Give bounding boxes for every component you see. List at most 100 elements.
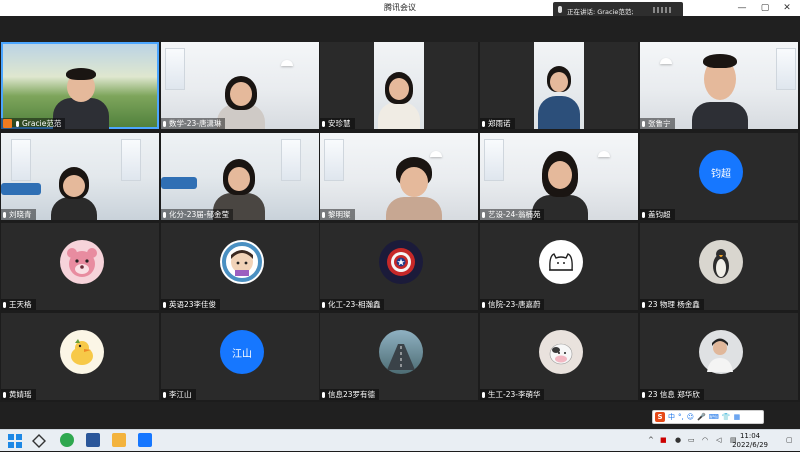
widgets-icon[interactable] [32, 433, 46, 448]
participant-name: 数学-23-唐潇琳 [169, 119, 222, 128]
audio-level-icon [653, 7, 673, 13]
participant-name: 艺设-24-翁楠苑 [488, 210, 541, 219]
participant-tile[interactable]: 安珍慧 [320, 42, 478, 129]
close-button[interactable]: ✕ [780, 2, 794, 14]
maximize-button[interactable]: ▢ [758, 2, 772, 14]
mic-icon [482, 120, 485, 127]
participant-name: 王天格 [9, 300, 32, 309]
mic-icon [163, 211, 166, 218]
mic-icon [322, 211, 325, 218]
mic-icon [16, 120, 19, 127]
participant-tile[interactable]: 化工-23-相瀚鑫 [320, 223, 478, 310]
participant-tile[interactable]: 张鲁宁 [640, 42, 798, 129]
participant-nameplate: 23 物理 杨金鑫 [640, 299, 704, 310]
start-icon[interactable] [8, 433, 22, 448]
participant-tile[interactable]: 刘晓青 [1, 133, 159, 220]
captain-america-avatar [379, 240, 423, 284]
participant-tile[interactable]: 信院-23-唐嘉蔚 [480, 223, 638, 310]
cartoon-duck-avatar [60, 330, 104, 374]
sofa [1, 183, 41, 195]
participant-name: 黎明璨 [328, 210, 351, 219]
word-icon[interactable] [86, 433, 100, 447]
lamp-icon [598, 151, 610, 157]
participant-name: 化工-23-相瀚鑫 [328, 300, 381, 309]
mic-icon [642, 301, 645, 308]
ime-chinese-toggle[interactable]: 中 [668, 412, 675, 422]
notification-icon[interactable]: ▢ [786, 436, 793, 444]
participant-nameplate: 英语23李佳俊 [161, 299, 221, 310]
participant-video [384, 157, 444, 220]
participant-video [374, 42, 424, 129]
participant-tile[interactable]: 江山 李江山 [161, 313, 319, 400]
tencent-meeting-icon[interactable] [138, 433, 152, 447]
participant-name: 23 物理 杨金鑫 [648, 300, 700, 309]
participant-nameplate: 郑雨诺 [480, 118, 515, 129]
tray-chevron-icon[interactable]: ^ [648, 436, 654, 444]
room-window [776, 48, 796, 90]
tray-mic-icon[interactable]: ● [675, 436, 681, 444]
ime-keyboard-icon[interactable]: ⌨ [709, 413, 719, 421]
mic-icon [3, 301, 6, 308]
participant-tile[interactable]: 郑雨诺 [480, 42, 638, 129]
host-icon [3, 119, 12, 128]
mic-icon [163, 301, 166, 308]
participant-tile[interactable]: 生工-23-李萌华 [480, 313, 638, 400]
participant-name: 安珍慧 [328, 119, 351, 128]
lamp-icon [660, 58, 672, 64]
ime-skin-icon[interactable]: 👕 [722, 413, 731, 421]
participant-nameplate: 王天格 [1, 299, 36, 310]
explorer-icon[interactable] [112, 433, 126, 447]
participant-tile[interactable]: 王天格 [1, 223, 159, 310]
room-window [11, 139, 31, 181]
participant-name: 刘晓青 [9, 210, 32, 219]
avatar: 江山 [220, 330, 264, 374]
top-strip [0, 16, 800, 42]
participant-nameplate: Gracie范范 [1, 118, 66, 129]
taskbar: ^ ■ ● ▭ ◠ ◁ ▤ 11:04 2022/6/29 ▢ [0, 429, 800, 451]
mic-icon [482, 391, 485, 398]
tray-app-icon[interactable]: ■ [660, 436, 667, 444]
participant-name: 信息23罗有德 [328, 390, 376, 399]
participant-tile[interactable]: 信息23罗有德 [320, 313, 478, 400]
clock-date: 2022/6/29 [732, 441, 768, 449]
participant-tile[interactable]: Gracie范范 [1, 42, 159, 129]
mic-icon [322, 301, 325, 308]
tray-wifi-icon[interactable]: ◠ [702, 436, 708, 444]
participant-tile[interactable]: 艺设-24-翁楠苑 [480, 133, 638, 220]
participant-tile[interactable]: 数学-23-唐潇琳 [161, 42, 319, 129]
participant-nameplate: 艺设-24-翁楠苑 [480, 209, 545, 220]
participant-tile[interactable]: 黎明璨 [320, 133, 478, 220]
room-window [165, 48, 185, 90]
participant-nameplate: 李江山 [161, 389, 196, 400]
participant-tile[interactable]: 英语23李佳俊 [161, 223, 319, 310]
tray-volume-icon[interactable]: ◁ [716, 436, 721, 444]
edge-icon[interactable] [60, 433, 74, 447]
participant-tile[interactable]: 23 物理 杨金鑫 [640, 223, 798, 310]
mic-icon [163, 120, 166, 127]
ime-punctuation-toggle[interactable]: °, [678, 413, 684, 421]
participant-nameplate: 23 信息 郑华欣 [640, 389, 704, 400]
participant-nameplate: 黄婧瑶 [1, 389, 36, 400]
participant-tile[interactable]: 黄婧瑶 [1, 313, 159, 400]
avatar: 钧超 [699, 150, 743, 194]
participant-nameplate: 信院-23-唐嘉蔚 [480, 299, 545, 310]
participant-tile[interactable]: 钧超 盖钧超 [640, 133, 798, 220]
minimize-button[interactable]: — [735, 2, 749, 14]
participant-tile[interactable]: 23 信息 郑华欣 [640, 313, 798, 400]
participant-name: 化分-23届-郁金莹 [169, 210, 229, 219]
participant-tile[interactable]: 化分-23届-郁金莹 [161, 133, 319, 220]
ime-toolbar[interactable]: S 中 °, ☺ 🎤 ⌨ 👕 ▦ [652, 410, 764, 424]
participant-nameplate: 盖钧超 [640, 209, 675, 220]
mic-icon [642, 391, 645, 398]
mic-icon [642, 120, 645, 127]
tray-battery-icon[interactable]: ▭ [688, 436, 695, 444]
ime-voice-icon[interactable]: 🎤 [697, 413, 706, 421]
participant-name: Gracie范范 [22, 119, 62, 128]
ime-toolbox-icon[interactable]: ▦ [734, 413, 741, 421]
participant-nameplate: 安珍慧 [320, 118, 355, 129]
participant-video [534, 42, 584, 129]
sogou-logo-icon[interactable]: S [655, 412, 665, 422]
participant-video [690, 48, 750, 129]
system-clock[interactable]: 11:04 2022/6/29 [732, 432, 768, 450]
ime-emoji-icon[interactable]: ☺ [687, 413, 694, 421]
